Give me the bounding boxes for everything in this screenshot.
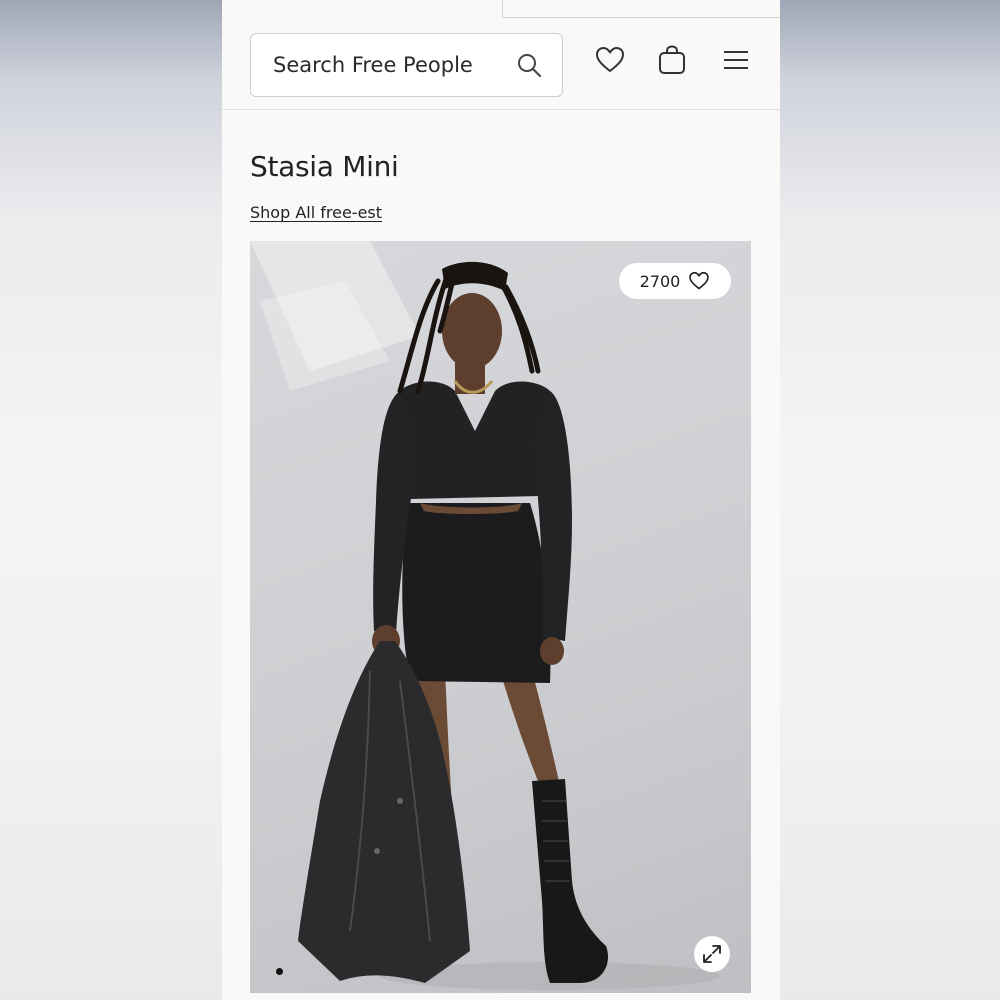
top-bar-fragment	[502, 0, 780, 18]
site-header	[222, 18, 780, 110]
expand-icon	[703, 945, 721, 963]
like-count: 2700	[639, 271, 681, 291]
shop-all-link[interactable]: Shop All free-est	[250, 203, 382, 222]
shopping-bag-icon[interactable]	[656, 44, 688, 76]
carousel-indicator-dot[interactable]	[276, 968, 283, 975]
search-input[interactable]	[273, 34, 513, 95]
right-background	[780, 0, 1000, 1000]
search-icon[interactable]	[516, 52, 542, 78]
search-box	[250, 33, 563, 97]
expand-image-button[interactable]	[694, 936, 730, 972]
like-button[interactable]: 2700	[619, 263, 731, 299]
product-image[interactable]: 2700	[250, 241, 751, 993]
heart-icon[interactable]	[594, 44, 626, 76]
heart-icon	[689, 271, 710, 290]
mobile-page: Stasia Mini Shop All free-est	[222, 0, 780, 1000]
left-background	[0, 0, 222, 1000]
hamburger-menu-icon[interactable]	[720, 44, 752, 76]
model-photo	[250, 241, 720, 990]
product-title: Stasia Mini	[250, 150, 399, 183]
